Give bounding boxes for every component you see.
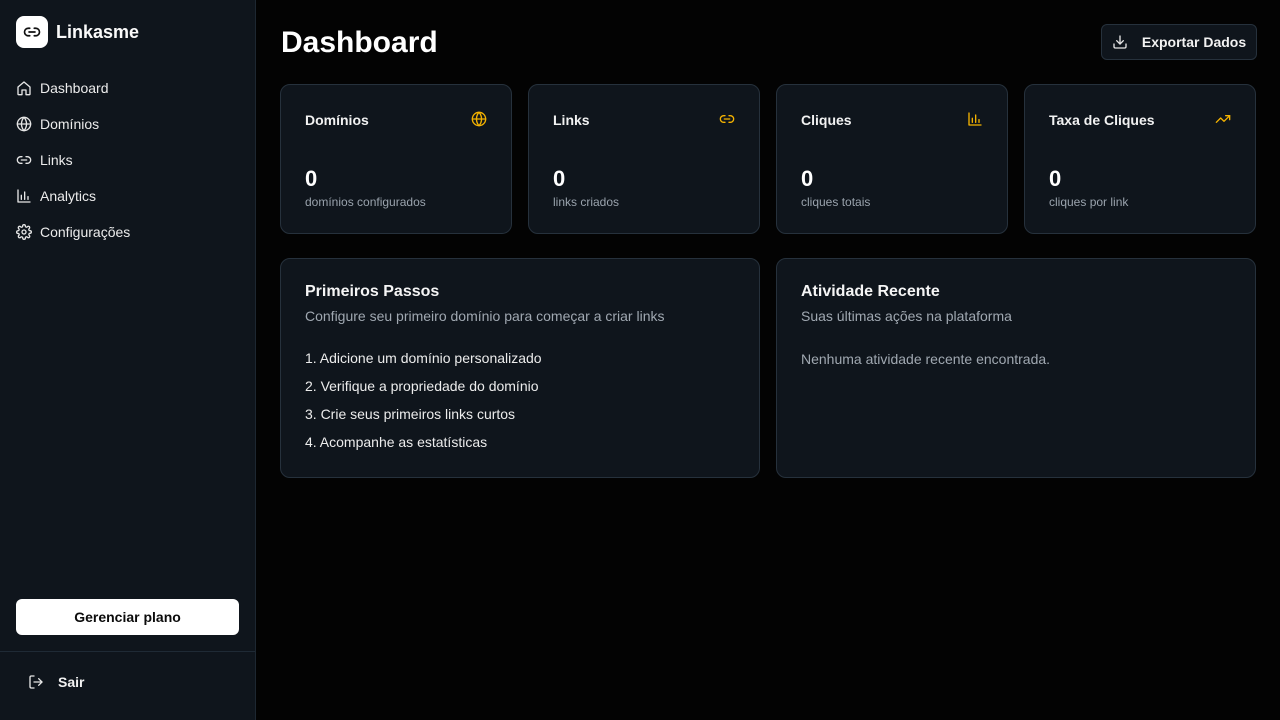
sidebar-item-analytics[interactable]: Analytics	[16, 178, 240, 214]
panel-subtitle: Configure seu primeiro domínio para come…	[305, 308, 665, 324]
logout-label: Sair	[58, 674, 85, 690]
gear-icon	[16, 224, 40, 240]
stat-title: Domínios	[305, 112, 369, 128]
stat-subtitle: cliques totais	[801, 195, 871, 209]
sidebar-item-label: Analytics	[40, 188, 97, 204]
logout-icon	[29, 675, 43, 689]
stat-value: 0	[1049, 166, 1062, 191]
stat-card-links: Links 0 links criados	[528, 84, 760, 234]
stat-value: 0	[553, 166, 566, 191]
stat-subtitle: links criados	[553, 195, 620, 209]
globe-icon	[16, 116, 40, 132]
step-item: 4. Acompanhe as estatísticas	[305, 434, 488, 450]
step-item: 3. Crie seus primeiros links curtos	[305, 406, 516, 422]
stat-subtitle: cliques por link	[1049, 195, 1129, 209]
main-content: Dashboard Exportar Dados Domínios 0 domí…	[256, 0, 1280, 720]
app: Linkasme Dashboard Domínios Links Analyt…	[0, 0, 1280, 720]
stat-card-dominios: Domínios 0 domínios configurados	[280, 84, 512, 234]
steps-list: 1. Adicione um domínio personalizado 2. …	[305, 350, 542, 462]
sidebar-item-label: Dashboard	[40, 80, 109, 96]
getting-started-panel: Primeiros Passos Configure seu primeiro …	[280, 258, 760, 478]
logout-button[interactable]: Sair	[28, 674, 84, 690]
link-icon	[16, 152, 40, 168]
stat-subtitle: domínios configurados	[305, 195, 426, 209]
sidebar-item-links[interactable]: Links	[16, 142, 240, 178]
sidebar-item-label: Domínios	[40, 116, 100, 132]
export-data-button[interactable]: Exportar Dados	[1101, 24, 1257, 60]
recent-activity-panel: Atividade Recente Suas últimas ações na …	[776, 258, 1256, 478]
brand-name: Linkasme	[56, 21, 140, 42]
stat-value: 0	[801, 166, 814, 191]
home-icon	[16, 80, 40, 96]
stat-card-taxa-de-cliques: Taxa de Cliques 0 cliques por link	[1024, 84, 1256, 234]
export-data-label: Exportar Dados	[1141, 34, 1247, 50]
sidebar-item-label: Configurações	[40, 224, 131, 240]
stat-card-cliques: Cliques 0 cliques totais	[776, 84, 1008, 234]
sidebar: Linkasme Dashboard Domínios Links Analyt…	[0, 0, 256, 720]
sidebar-nav: Dashboard Domínios Links Analytics Confi…	[16, 70, 240, 250]
panel-subtitle: Suas últimas ações na plataforma	[801, 308, 1012, 324]
download-icon	[1113, 35, 1127, 49]
brand[interactable]: Linkasme	[16, 16, 139, 48]
bar-chart-icon	[16, 188, 40, 204]
stat-title: Links	[553, 112, 590, 128]
trending-up-icon	[1215, 115, 1231, 123]
page-title: Dashboard	[281, 26, 438, 59]
stat-value: 0	[305, 166, 318, 191]
sidebar-item-configuracoes[interactable]: Configurações	[16, 214, 240, 250]
stat-title: Cliques	[801, 112, 852, 128]
panel-title: Atividade Recente	[801, 283, 940, 300]
empty-state-text: Nenhuma atividade recente encontrada.	[801, 351, 1051, 367]
sidebar-item-dominios[interactable]: Domínios	[16, 106, 240, 142]
panel-title: Primeiros Passos	[305, 283, 440, 300]
bar-chart-icon	[968, 112, 982, 126]
link-icon	[719, 115, 735, 123]
sidebar-item-label: Links	[40, 152, 73, 168]
globe-icon	[471, 111, 487, 127]
stat-title: Taxa de Cliques	[1049, 112, 1155, 128]
step-item: 2. Verifique a propriedade do domínio	[305, 378, 539, 394]
step-item: 1. Adicione um domínio personalizado	[305, 350, 542, 366]
manage-plan-button[interactable]: Gerenciar plano	[16, 599, 239, 635]
sidebar-item-dashboard[interactable]: Dashboard	[16, 70, 240, 106]
link-icon	[16, 16, 48, 48]
sidebar-divider	[0, 651, 255, 652]
